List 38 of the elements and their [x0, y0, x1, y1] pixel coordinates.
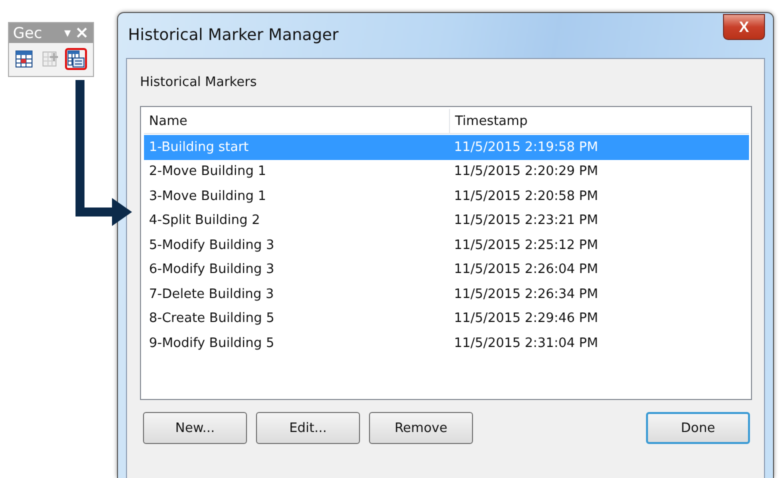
table-cell-text: 11/5/2015 2:19:58 PM — [453, 140, 600, 155]
list-row[interactable]: 3-Move Building 1 11/5/2015 2:20:58 PM — [144, 184, 749, 208]
list-row[interactable]: 9-Modify Building 5 11/5/2015 2:31:04 PM — [144, 331, 749, 356]
table-cell-text: 11/5/2015 2:31:04 PM — [453, 336, 600, 351]
list-row[interactable]: 5-Modify Building 3 11/5/2015 2:25:12 PM — [144, 233, 749, 258]
column-header[interactable]: Timestamp — [449, 109, 749, 133]
dialog-button[interactable]: Edit... — [256, 412, 360, 444]
table-cell-text: 8-Create Building 5 — [148, 311, 276, 326]
table-cell-text: 1-Building start — [148, 140, 250, 155]
close-button[interactable]: X — [723, 14, 765, 40]
table-cell-text: 6-Modify Building 3 — [148, 262, 276, 278]
table-cell-text: 7-Delete Building 3 — [148, 286, 275, 302]
table-cell-text: 11/5/2015 2:26:34 PM — [453, 286, 600, 302]
default-button[interactable]: Done — [646, 412, 750, 444]
table-icon[interactable] — [13, 48, 35, 70]
table-cell-text: 4-Split Building 2 — [148, 213, 262, 228]
table-cell-text: 11/5/2015 2:29:46 PM — [453, 311, 600, 326]
table-cell-text: 9-Modify Building 5 — [148, 336, 276, 351]
window-title: Historical Marker Manager — [127, 24, 340, 44]
dialog-button[interactable]: Remove — [369, 412, 473, 444]
marker-table-icon[interactable] — [65, 48, 87, 70]
table-cell-text: 5-Modify Building 3 — [148, 238, 276, 253]
dialog-button[interactable]: New... — [143, 412, 247, 444]
table-cell-text: 2-Move Building 1 — [148, 164, 268, 180]
toolbar-title: Gec — [13, 24, 44, 42]
list-row[interactable]: 6-Modify Building 3 11/5/2015 2:26:04 PM — [144, 258, 749, 282]
group-label: Historical Markers — [140, 75, 258, 90]
table-cell-text: 11/5/2015 2:25:12 PM — [453, 238, 600, 253]
column-header[interactable]: Name — [144, 109, 449, 133]
list-row[interactable]: 4-Split Building 2 11/5/2015 2:23:21 PM — [144, 208, 749, 233]
table-cell-text: 11/5/2015 2:26:04 PM — [453, 262, 600, 278]
table-cell-text: 3-Move Building 1 — [148, 188, 268, 204]
table-cell-text: 11/5/2015 2:20:29 PM — [453, 164, 600, 180]
table-cell-text: 11/5/2015 2:23:21 PM — [453, 213, 600, 228]
list-row[interactable]: 8-Create Building 5 11/5/2015 2:29:46 PM — [144, 306, 749, 331]
list-row[interactable]: 2-Move Building 1 11/5/2015 2:20:29 PM — [144, 160, 749, 184]
list-row[interactable]: 7-Delete Building 3 11/5/2015 2:26:34 PM — [144, 282, 749, 306]
table-cell-text: 11/5/2015 2:20:58 PM — [453, 188, 600, 204]
